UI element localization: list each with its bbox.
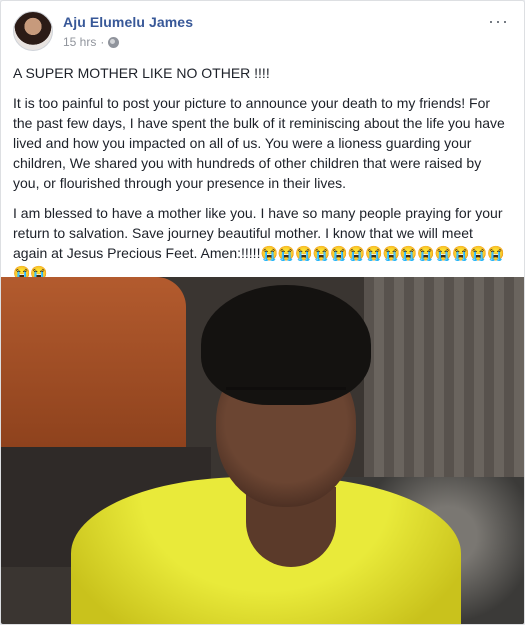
post-paragraph: It is too painful to post your picture t… xyxy=(13,95,505,191)
author-avatar[interactable] xyxy=(13,11,53,51)
post-photo[interactable] xyxy=(1,277,524,624)
couch-background xyxy=(1,277,186,467)
post-header: Aju Elumelu James 15 hrs · ··· xyxy=(13,11,513,55)
post-timestamp[interactable]: 15 hrs xyxy=(63,35,96,49)
glasses xyxy=(226,387,346,416)
facebook-post-card: Aju Elumelu James 15 hrs · ··· A SUPER M… xyxy=(0,0,525,625)
post-meta: 15 hrs · xyxy=(63,35,120,49)
meta-separator: · xyxy=(100,35,105,49)
curtain-background xyxy=(364,277,524,477)
more-options-icon[interactable]: ··· xyxy=(488,11,509,32)
post-paragraph: I am blessed to have a mother like you. … xyxy=(13,203,511,283)
globe-icon[interactable] xyxy=(108,36,120,48)
author-name[interactable]: Aju Elumelu James xyxy=(63,14,193,30)
post-paragraph: A SUPER MOTHER LIKE NO OTHER !!!! xyxy=(13,65,270,81)
post-text: A SUPER MOTHER LIKE NO OTHER !!!! It is … xyxy=(13,63,511,293)
